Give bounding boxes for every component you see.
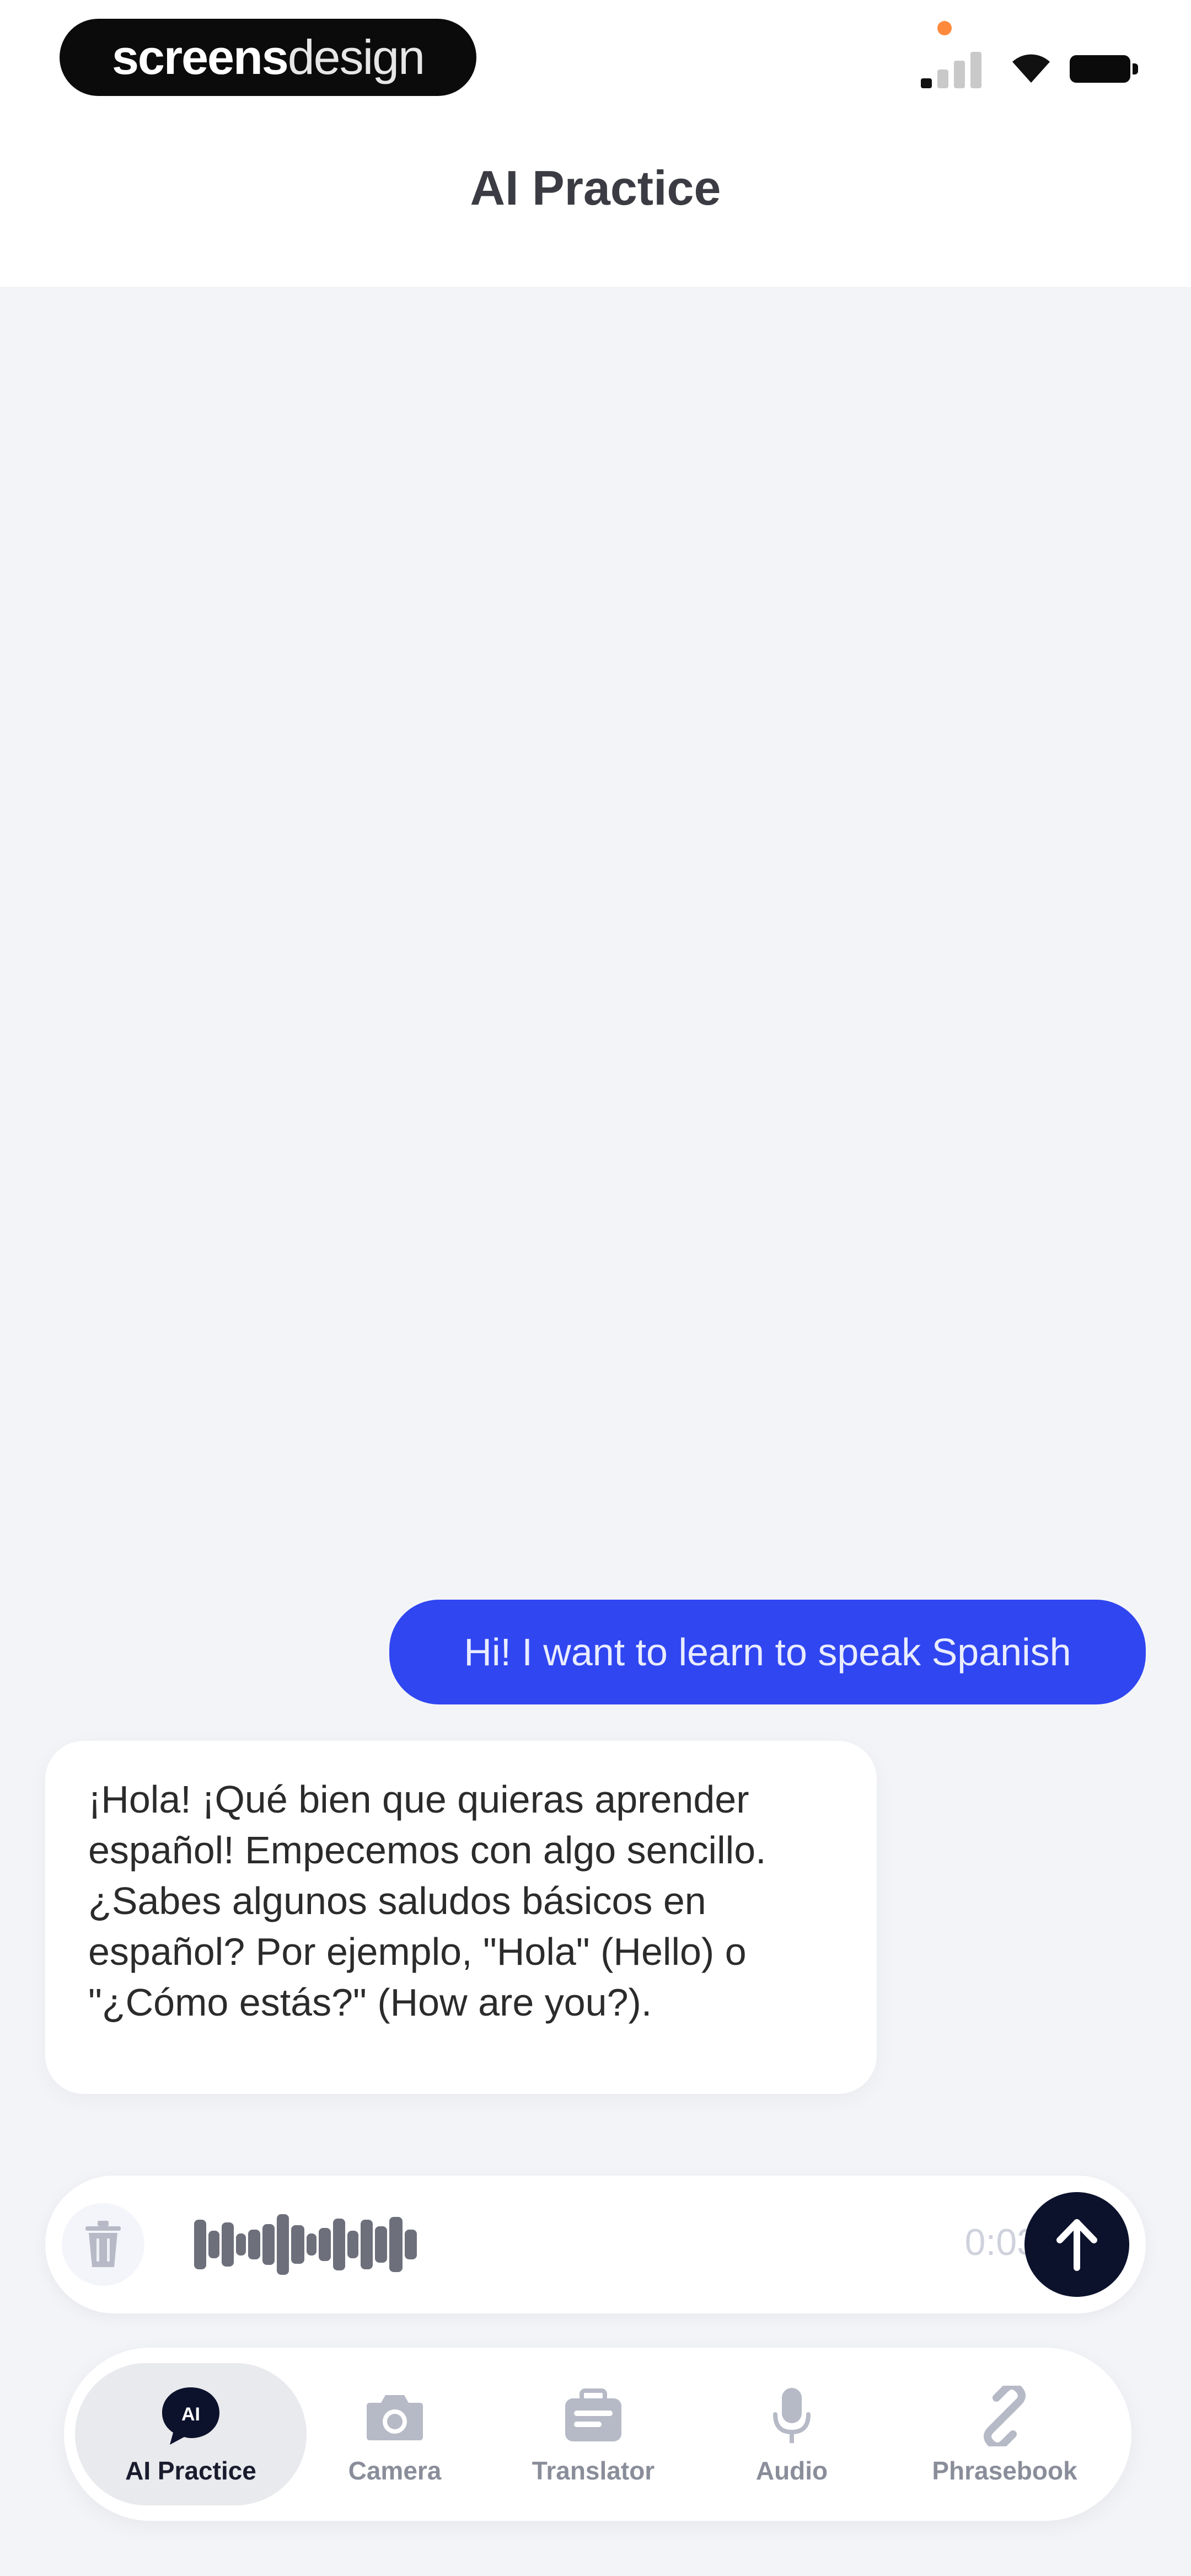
wifi-icon (1012, 54, 1050, 83)
battery-icon (1070, 55, 1138, 83)
arrow-up-icon (1056, 2219, 1097, 2271)
tab-label: Camera (348, 2456, 442, 2485)
recording-timer: 0:03 (964, 2221, 1038, 2263)
tab-label: AI Practice (125, 2456, 256, 2485)
brand-logo: screensdesign (60, 19, 476, 96)
brand-part1: screens (111, 30, 289, 84)
bottom-navigation: AI AI Practice Camera Translator Audio P… (64, 2348, 1131, 2521)
send-recording-button[interactable] (1024, 2192, 1129, 2297)
tab-phrasebook[interactable]: Phrasebook (889, 2363, 1120, 2505)
cellular-signal-icon (921, 50, 987, 88)
brand-wordmark: screensdesign (111, 29, 425, 85)
page-title: AI Practice (470, 161, 721, 215)
tab-audio[interactable]: Audio (676, 2363, 908, 2505)
trash-icon (85, 2221, 121, 2267)
waveform-icon (194, 2214, 417, 2275)
delete-recording-button[interactable] (62, 2203, 144, 2286)
brand-part2: design (287, 30, 425, 84)
app-screen: screensdesign AI Practice Hi! I want to … (0, 0, 1191, 2576)
assistant-message-bubble: ¡Hola! ¡Qué bien que quieras aprender es… (45, 1741, 877, 2094)
tab-label: Audio (755, 2456, 828, 2485)
tab-ai-practice[interactable]: AI AI Practice (75, 2363, 307, 2505)
top-header: screensdesign AI Practice (0, 0, 1191, 287)
tab-label: Phrasebook (932, 2456, 1077, 2485)
link-icon (972, 2383, 1038, 2449)
camera-indicator-dot (937, 21, 952, 35)
tab-label: Translator (532, 2456, 655, 2485)
svg-text:AI: AI (181, 2404, 200, 2425)
status-bar (893, 21, 1138, 94)
tab-camera[interactable]: Camera (279, 2363, 511, 2505)
ai-chat-icon: AI (158, 2383, 224, 2449)
tab-translator[interactable]: Translator (478, 2363, 709, 2505)
camera-icon (362, 2383, 428, 2449)
translator-icon (560, 2383, 626, 2449)
user-message-bubble: Hi! I want to learn to speak Spanish (389, 1600, 1146, 1704)
voice-recorder-bar: 0:03 (45, 2176, 1146, 2313)
microphone-icon (759, 2383, 825, 2449)
